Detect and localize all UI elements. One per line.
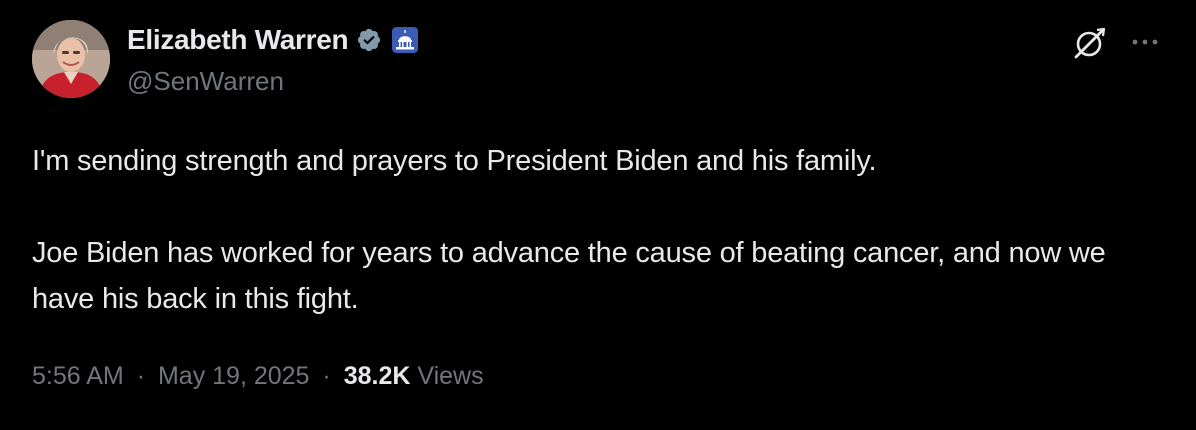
author-handle[interactable]: @SenWarren [127,66,284,97]
capitol-building-icon[interactable] [392,27,419,53]
tweet-card: Elizabeth Warren @SenWarren I'm sending … [0,0,1196,430]
views-count[interactable]: 38.2K [344,362,411,390]
views-label[interactable]: Views [417,362,483,390]
tweet-paragraph: Joe Biden has worked for years to advanc… [32,237,1106,315]
tweet-paragraph: I'm sending strength and prayers to Pres… [32,145,877,177]
tweet-date[interactable]: May 19, 2025 [158,362,310,390]
meta-separator: · [136,362,146,390]
more-options-icon[interactable] [1127,24,1163,60]
avatar[interactable] [32,20,110,98]
verified-badge-icon[interactable] [356,27,382,53]
author-display-name[interactable]: Elizabeth Warren [127,24,349,56]
author-name-row: Elizabeth Warren [127,24,419,56]
tweet-time[interactable]: 5:56 AM [32,362,124,390]
tweet-metadata: 5:56 AM · May 19, 2025 · 38.2K Views [32,362,484,391]
tweet-text: I'm sending strength and prayers to Pres… [32,138,1172,322]
grok-icon[interactable] [1071,24,1109,62]
meta-separator: · [322,362,331,390]
